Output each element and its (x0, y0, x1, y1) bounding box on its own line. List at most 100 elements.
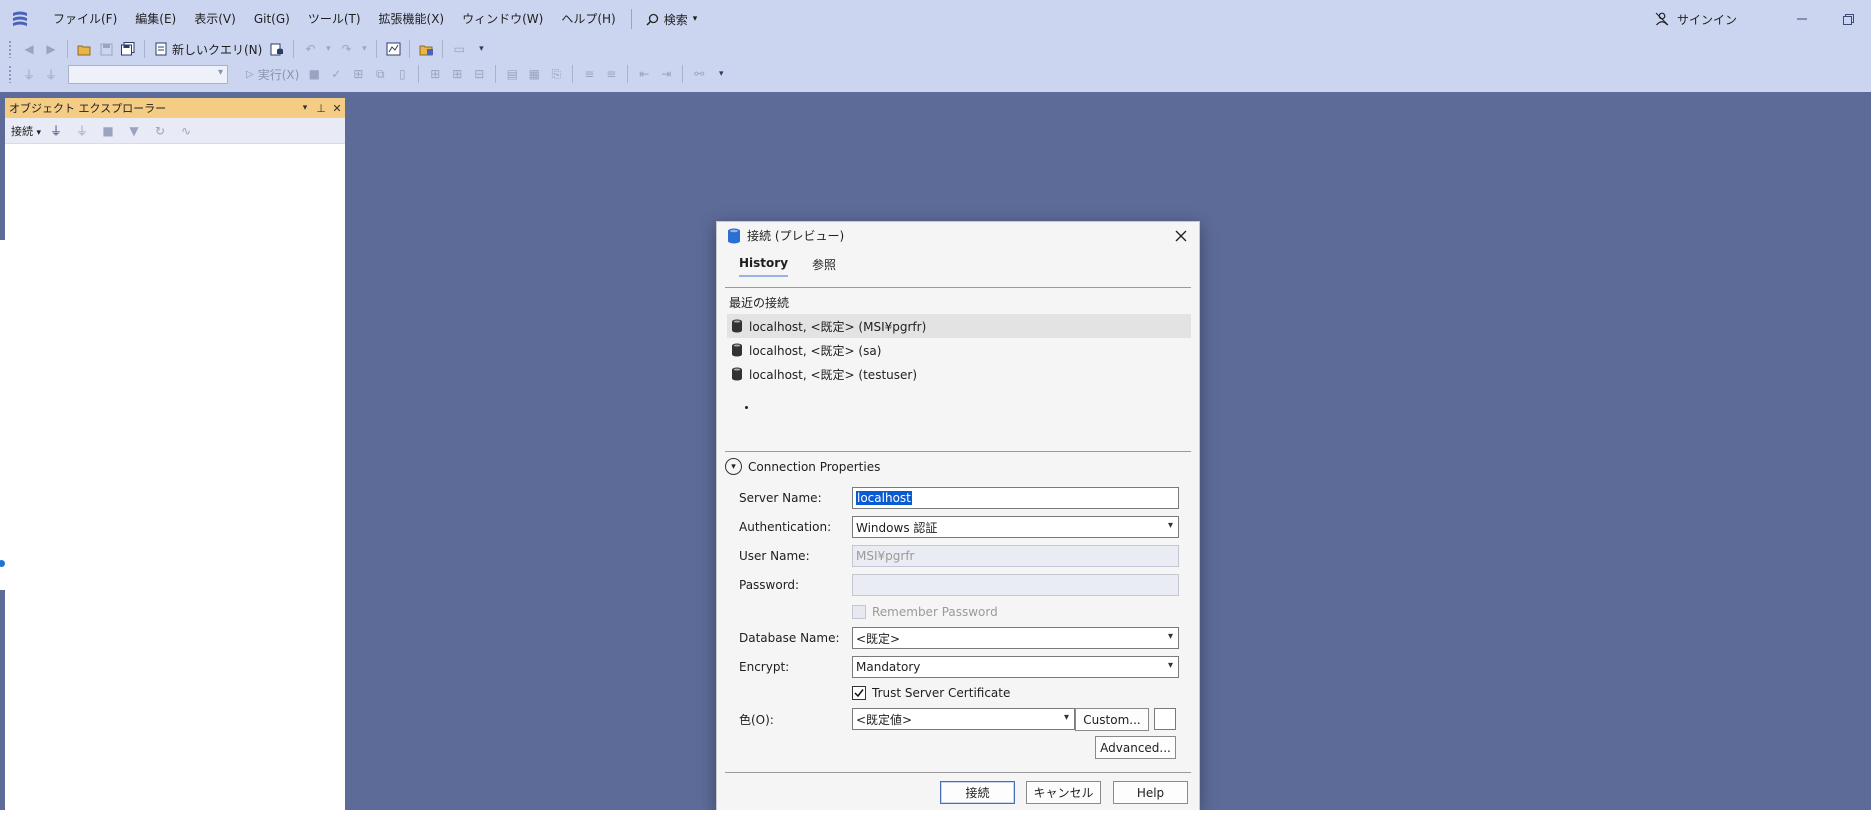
help-button[interactable]: Help (1113, 781, 1188, 804)
window-position-dropdown-icon[interactable]: ▾ (297, 103, 313, 113)
specify-values-icon[interactable]: ⚯ (691, 66, 707, 82)
toolbar-separator (495, 65, 497, 83)
results-grid-icon[interactable]: ▦ (526, 66, 542, 82)
tab-browse[interactable]: 参照 (812, 256, 836, 277)
intellisense-icon[interactable]: ▯ (394, 66, 410, 82)
indent-icon[interactable]: ⇥ (658, 66, 674, 82)
filter-icon[interactable]: ▼ (126, 123, 142, 139)
change-connection-icon[interactable]: ⏚ (43, 66, 59, 82)
query-options-icon[interactable]: ⧉ (372, 66, 388, 82)
color-swatch[interactable] (1154, 708, 1176, 730)
object-explorer-title: オブジェクト エクスプローラー (9, 102, 167, 115)
authentication-select[interactable]: Windows 認証 (852, 516, 1179, 538)
close-icon[interactable]: ✕ (329, 102, 345, 115)
custom-color-button[interactable]: Custom... (1075, 708, 1149, 731)
advanced-button[interactable]: Advanced... (1095, 736, 1176, 759)
stop-icon[interactable]: ■ (100, 123, 116, 139)
connect-plug-icon[interactable]: ⏚ (21, 66, 37, 82)
connection-properties-toggle[interactable]: ▾ Connection Properties (725, 458, 880, 475)
menu-help[interactable]: ヘルプ(H) (552, 4, 624, 34)
client-stats-icon[interactable]: ⊟ (471, 66, 487, 82)
password-row: Password: (739, 574, 1179, 596)
results-text-icon[interactable]: ▤ (504, 66, 520, 82)
results-file-icon[interactable]: ⎘ (548, 66, 564, 82)
outdent-icon[interactable]: ⇤ (636, 66, 652, 82)
menu-extensions[interactable]: 拡張機能(X) (370, 4, 454, 34)
encrypt-select[interactable]: Mandatory (852, 656, 1179, 678)
forward-icon[interactable]: ▶ (43, 41, 59, 57)
refresh-icon[interactable]: ↻ (152, 123, 168, 139)
live-stats-icon[interactable]: ⊞ (449, 66, 465, 82)
menu-tools[interactable]: ツール(T) (299, 4, 370, 34)
window-controls: サインイン (1655, 4, 1871, 34)
redo-icon[interactable]: ↷ (338, 41, 354, 57)
layout-icon[interactable]: ▭ (451, 41, 467, 57)
trust-server-certificate-row[interactable]: Trust Server Certificate (852, 684, 1010, 702)
object-explorer-toolbar: 接続 ▾ ⏚ ⏚ ■ ▼ ↻ ∿ (5, 118, 345, 144)
remember-password-checkbox[interactable] (852, 605, 866, 619)
search-label: 検索 (663, 12, 688, 27)
undo-icon[interactable]: ↶ (302, 41, 318, 57)
tab-history[interactable]: History (739, 256, 789, 277)
redo-dropdown-icon[interactable]: ▾ (360, 41, 368, 57)
color-label: 色(O): (739, 712, 774, 727)
comment-icon[interactable]: ≡ (581, 66, 597, 82)
available-databases-combo[interactable] (68, 64, 228, 84)
undo-dropdown-icon[interactable]: ▾ (324, 41, 332, 57)
trust-server-certificate-checkbox[interactable] (852, 686, 866, 700)
uncomment-icon[interactable]: ≡ (603, 66, 619, 82)
standard-toolbar: ◀ ▶ 新しいクエリ(N) ↶ ▾ ↷ ▾ ▭ ▾ (0, 36, 1871, 62)
menu-window[interactable]: ウィンドウ(W) (453, 4, 552, 34)
search-menu[interactable]: 検索 ▾ (638, 11, 706, 28)
collapsed-side-panel[interactable] (0, 240, 5, 590)
server-name-input[interactable]: localhost (852, 487, 1179, 509)
recent-connection-item[interactable]: localhost, <既定> (sa) (727, 338, 1191, 362)
toolbar-separator (418, 65, 420, 83)
connect-dropdown[interactable]: 接続 ▾ (11, 123, 41, 139)
pin-icon[interactable]: ⊥ (313, 102, 329, 115)
toolbar-grip[interactable] (8, 40, 12, 58)
save-all-icon[interactable] (120, 41, 136, 57)
menu-file[interactable]: ファイル(F) (44, 4, 126, 34)
display-plan-icon[interactable]: ⊞ (350, 66, 366, 82)
toolbar-options-icon[interactable]: ▾ (473, 41, 489, 57)
open-folder-icon[interactable] (76, 41, 92, 57)
stop-icon[interactable]: ■ (306, 66, 322, 82)
dialog-close-button[interactable] (1171, 226, 1191, 246)
toolbar-options-icon[interactable]: ▾ (713, 66, 729, 82)
minimize-button[interactable] (1779, 4, 1825, 34)
database-icon (731, 319, 743, 333)
chevron-down-icon: ▾ (36, 127, 42, 138)
menu-edit[interactable]: 編集(E) (126, 4, 185, 34)
user-name-input[interactable]: MSI¥pgrfr (852, 545, 1179, 567)
back-icon[interactable]: ◀ (21, 41, 37, 57)
new-query-button[interactable]: 新しいクエリ(N) (150, 41, 266, 58)
menu-git[interactable]: Git(G) (245, 4, 299, 34)
recent-connection-item[interactable]: localhost, <既定> (MSI¥pgrfr) (727, 314, 1191, 338)
database-query-icon[interactable] (269, 41, 285, 57)
cancel-button[interactable]: キャンセル (1026, 781, 1101, 804)
save-icon[interactable] (98, 41, 114, 57)
connect-button[interactable]: 接続 (940, 781, 1015, 804)
remember-password-row[interactable]: Remember Password (852, 603, 998, 621)
dialog-title: 接続 (プレビュー) (747, 229, 845, 243)
activity-monitor-icon[interactable] (385, 41, 401, 57)
properties-folder-icon[interactable] (418, 41, 434, 57)
signin-button[interactable]: サインイン (1655, 11, 1737, 28)
database-name-select[interactable]: <既定> (852, 627, 1179, 649)
object-explorer-panel: オブジェクト エクスプローラー ▾ ⊥ ✕ 接続 ▾ ⏚ ⏚ ■ ▼ ↻ ∿ (5, 98, 345, 810)
connect-plug-icon[interactable]: ⏚ (48, 123, 64, 139)
trust-server-certificate-label: Trust Server Certificate (872, 686, 1011, 700)
include-plan-icon[interactable]: ⊞ (427, 66, 443, 82)
parse-check-icon[interactable]: ✓ (328, 66, 344, 82)
restore-button[interactable] (1825, 4, 1871, 34)
execute-button[interactable]: ▷ 実行(X) (242, 66, 303, 83)
activity-icon[interactable]: ∿ (178, 123, 194, 139)
color-select[interactable]: <既定値> (852, 708, 1075, 730)
bullet-mark (745, 406, 748, 409)
password-input[interactable] (852, 574, 1179, 596)
menu-view[interactable]: 表示(V) (185, 4, 245, 34)
recent-connection-item[interactable]: localhost, <既定> (testuser) (727, 362, 1191, 386)
toolbar-grip[interactable] (8, 65, 12, 83)
disconnect-icon[interactable]: ⏚ (74, 123, 90, 139)
